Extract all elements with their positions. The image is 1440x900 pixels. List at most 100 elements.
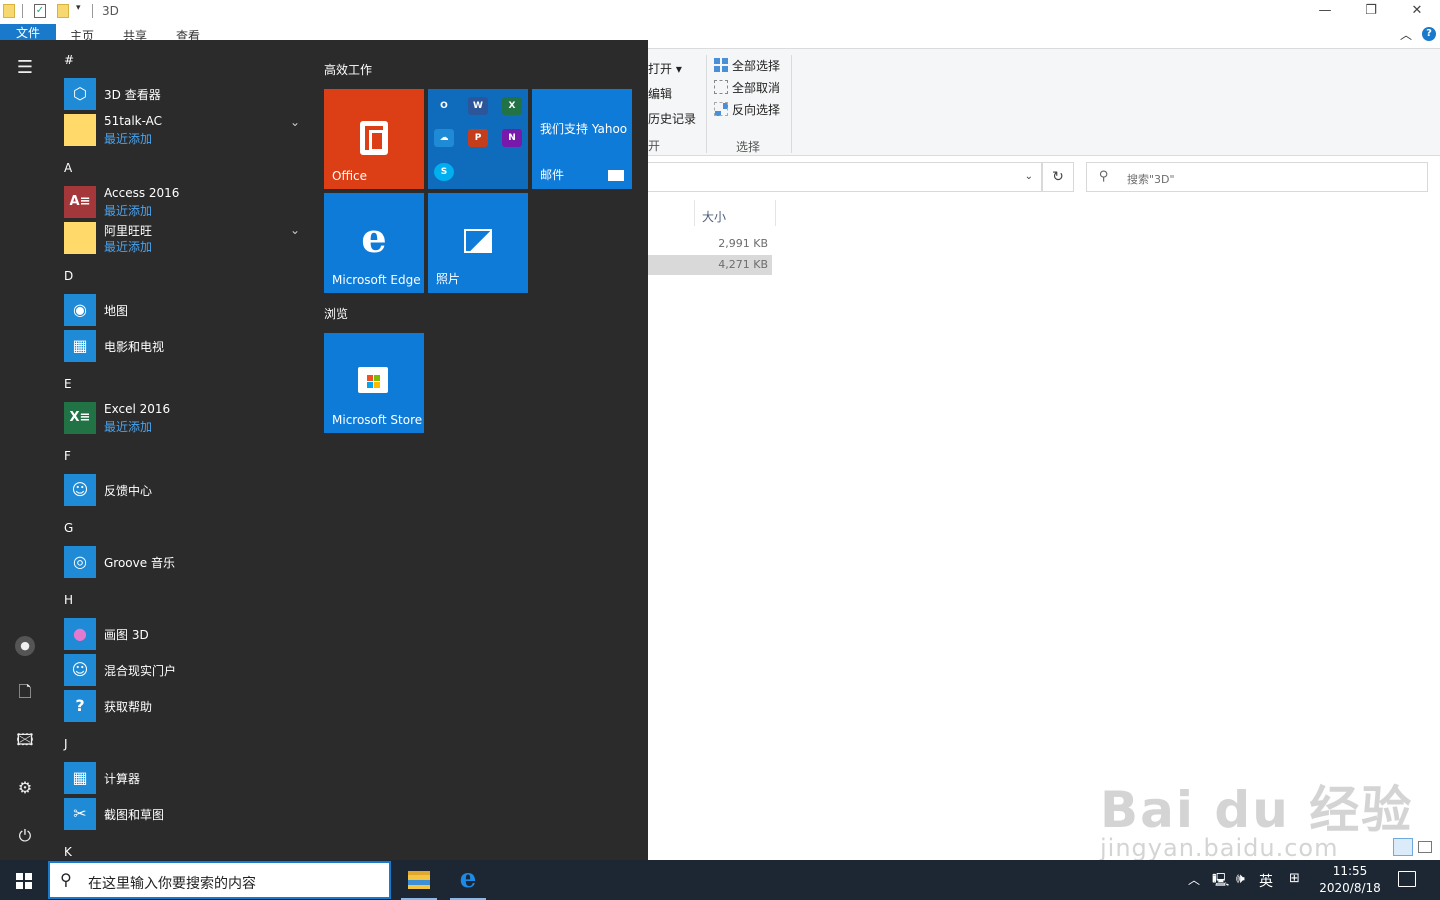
divider — [92, 4, 93, 18]
app-movies-tv[interactable]: ▦ 电影和电视 — [64, 329, 300, 363]
app-mixed-reality[interactable]: ☺ 混合现实门户 — [64, 653, 300, 687]
tile-microsoft-store[interactable]: Microsoft Store — [324, 333, 424, 433]
app-aliwangwang[interactable]: 阿里旺旺 最近添加 ⌄ — [64, 221, 300, 255]
minimize-button[interactable]: — — [1302, 0, 1348, 24]
help-icon: ? — [64, 690, 96, 722]
app-label: Groove 音乐 — [104, 556, 175, 570]
chevron-down-icon[interactable]: ⌄ — [290, 223, 300, 237]
tile-photos[interactable]: 照片 — [428, 193, 528, 293]
letter-header[interactable]: # — [64, 53, 74, 67]
letter-header[interactable]: H — [64, 593, 73, 607]
tile-group-title[interactable]: 高效工作 — [324, 61, 372, 78]
app-access[interactable]: A≡ Access 2016 最近添加 — [64, 185, 300, 219]
tile-microsoft-edge[interactable]: e Microsoft Edge — [324, 193, 424, 293]
select-all-icon — [714, 58, 728, 72]
select-none-button[interactable]: 全部取消 — [714, 79, 780, 96]
paint3d-icon: ● — [64, 618, 96, 650]
app-label: 画图 3D — [104, 628, 149, 642]
letter-header[interactable]: F — [64, 449, 71, 463]
recently-added-label: 最近添加 — [104, 132, 153, 146]
taskbar-file-explorer[interactable] — [395, 860, 443, 900]
window-title: 3D — [102, 4, 119, 18]
clock-time: 11:55 — [1332, 864, 1368, 878]
collapse-ribbon-icon[interactable]: ︿ — [1400, 26, 1412, 43]
store-bag-icon — [358, 367, 388, 393]
tile-mail[interactable]: 我们支持 Yahoo 邮件 — [532, 89, 632, 189]
select-all-button[interactable]: 全部选择 — [714, 57, 780, 74]
file-size-cell[interactable]: 2,991 KB — [648, 234, 772, 254]
app-get-help[interactable]: ? 获取帮助 — [64, 689, 300, 723]
volume-icon[interactable]: 🕪 — [1236, 871, 1245, 887]
letter-header[interactable]: D — [64, 269, 73, 283]
windows-logo-icon — [16, 872, 32, 889]
hamburger-menu-icon[interactable]: ☰ — [13, 56, 37, 80]
app-label: 计算器 — [104, 772, 141, 786]
address-bar[interactable]: ⌄ — [640, 162, 1042, 192]
show-hidden-icons-icon[interactable]: ︿ — [1188, 871, 1200, 888]
search-placeholder: 在这里输入你要搜索的内容 — [88, 876, 256, 892]
app-snip-sketch[interactable]: ✂ 截图和草图 — [64, 797, 300, 831]
calculator-icon: ▦ — [64, 762, 96, 794]
edge-icon: e — [361, 215, 387, 262]
restore-button[interactable]: ❐ — [1348, 0, 1394, 24]
new-folder-icon[interactable] — [57, 4, 69, 18]
file-size-cell[interactable]: 4,271 KB — [648, 255, 772, 275]
access-icon: A≡ — [64, 186, 96, 218]
letter-header[interactable]: J — [64, 737, 68, 751]
letter-header[interactable]: K — [64, 845, 72, 859]
film-icon: ▦ — [64, 330, 96, 362]
tile-label: Microsoft Edge — [332, 273, 421, 287]
tile-label: 邮件 — [540, 168, 565, 182]
input-language-indicator[interactable]: 英 — [1259, 871, 1273, 891]
clock[interactable]: 11:55 2020/8/18 — [1318, 863, 1382, 897]
letter-header[interactable]: G — [64, 521, 73, 535]
folder-icon — [64, 222, 96, 254]
app-label: Excel 2016 — [104, 402, 171, 416]
close-button[interactable]: ✕ — [1394, 0, 1440, 24]
ime-mode-icon[interactable]: ⊞ — [1289, 871, 1300, 886]
select-none-label: 全部取消 — [732, 81, 781, 95]
tile-office-apps-folder[interactable]: O W X ☁ P N S — [428, 89, 528, 189]
documents-icon[interactable]: 🗋 — [13, 680, 37, 704]
app-paint3d[interactable]: ● 画图 3D — [64, 617, 300, 651]
properties-icon[interactable]: ✓ — [34, 4, 46, 18]
history-button[interactable]: 历史记录 — [648, 110, 696, 127]
open-button[interactable]: 打开 ▾ — [648, 60, 682, 77]
app-excel[interactable]: X≡ Excel 2016 最近添加 — [64, 401, 300, 435]
taskbar-edge[interactable]: e — [444, 860, 492, 900]
network-icon[interactable]: 🖳 — [1212, 871, 1229, 893]
recently-added-label: 最近添加 — [104, 420, 153, 434]
column-header-size[interactable]: 大小 — [702, 208, 726, 225]
search-box[interactable]: ⚲ 搜索"3D" — [1086, 162, 1428, 192]
app-feedback-hub[interactable]: ☺ 反馈中心 — [64, 473, 300, 507]
letter-header[interactable]: A — [64, 161, 72, 175]
settings-gear-icon[interactable]: ⚙ — [13, 776, 37, 800]
word-icon: W — [468, 97, 488, 115]
chevron-down-icon[interactable]: ⌄ — [290, 115, 300, 129]
edit-button[interactable]: 编辑 — [648, 85, 672, 102]
action-center-icon[interactable] — [1398, 871, 1416, 887]
user-account-icon[interactable]: ● — [13, 632, 37, 656]
app-groove[interactable]: ◎ Groove 音乐 — [64, 545, 300, 579]
app-calculator[interactable]: ▦ 计算器 — [64, 761, 300, 795]
outlook-icon: O — [434, 97, 454, 115]
large-icons-view-icon[interactable] — [1418, 841, 1432, 853]
app-51talk[interactable]: 51talk-AC 最近添加 ⌄ — [64, 113, 300, 147]
pictures-icon[interactable]: 🖾 — [13, 728, 37, 752]
invert-selection-button[interactable]: 反向选择 — [714, 101, 780, 118]
snip-icon: ✂ — [64, 798, 96, 830]
tile-group-title[interactable]: 浏览 — [324, 305, 348, 322]
help-icon[interactable]: ? — [1422, 27, 1436, 41]
taskbar-search-box[interactable]: ⚲ 在这里输入你要搜索的内容 — [48, 861, 391, 899]
app-3d-viewer[interactable]: ⬡ 3D 查看器 — [64, 77, 300, 111]
start-button[interactable] — [0, 860, 48, 900]
refresh-button[interactable]: ↻ — [1042, 162, 1074, 192]
letter-header[interactable]: E — [64, 377, 72, 391]
select-none-icon — [714, 80, 728, 94]
app-maps[interactable]: ◉ 地图 — [64, 293, 300, 327]
select-group-label: 选择 — [736, 140, 761, 154]
quick-access-dropdown-icon[interactable]: ▾ — [76, 3, 81, 13]
chevron-down-icon[interactable]: ⌄ — [1025, 171, 1033, 182]
tile-office[interactable]: Office — [324, 89, 424, 189]
power-icon[interactable]: ⏻ — [13, 824, 37, 848]
